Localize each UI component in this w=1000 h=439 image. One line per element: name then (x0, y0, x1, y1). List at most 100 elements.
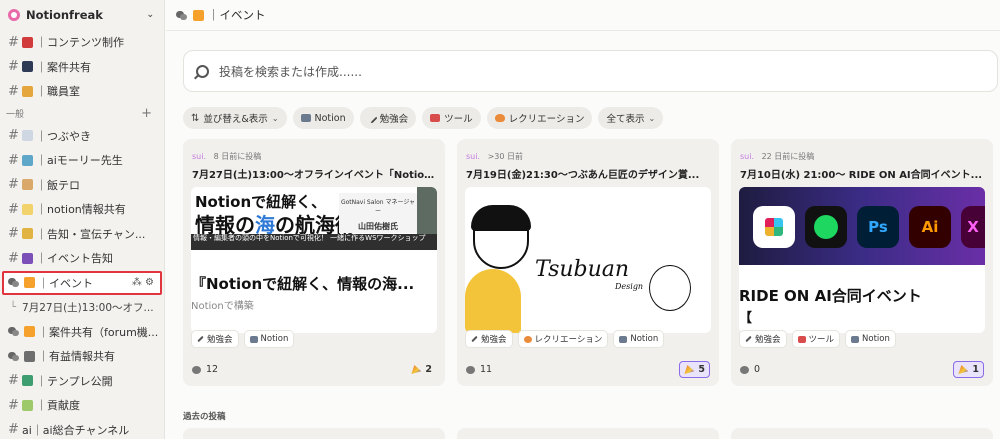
channel-label: ｜有益情報共有 (38, 350, 115, 364)
campfire-icon (494, 114, 505, 122)
channel-label: ｜飯テロ (36, 178, 80, 192)
illustration-face (473, 209, 529, 269)
show-all-button[interactable]: 全て表示 ⌄ (598, 107, 664, 129)
channel-item[interactable]: # ｜イベント告知 (0, 246, 164, 271)
post-card[interactable] (183, 428, 445, 439)
channel-item[interactable]: # ai｜ai総合チャンネル (0, 418, 164, 439)
server-header[interactable]: Notionfreak ⌄ (0, 0, 164, 30)
channel-emoji-icon (22, 228, 33, 240)
hash-icon: # (8, 397, 19, 413)
channel-label: ｜aiモーリー先生 (36, 154, 123, 168)
comment-icon (192, 365, 201, 374)
post-meta: sui. 22 日前に投稿 (740, 151, 814, 162)
hash-icon: # (8, 34, 19, 50)
post-tags: 勉強会 レクリエーション Notion (465, 330, 665, 348)
tag-notion[interactable]: Notion (845, 330, 896, 348)
post-card[interactable]: sui. 22 日前に投稿 7月10日(水) 21:00〜 RIDE ON AI… (731, 139, 993, 386)
gear-icon[interactable]: ⚙ (145, 277, 154, 288)
past-post-cards (183, 428, 993, 439)
tag-study[interactable]: 勉強会 (465, 330, 513, 348)
add-member-icon[interactable]: ⁂ (132, 277, 142, 288)
post-time: 22 日前に投稿 (761, 152, 815, 161)
channel-emoji-icon (22, 375, 33, 387)
post-author[interactable]: sui. (740, 152, 754, 161)
post-title[interactable]: 7月10日(水) 21:00〜 RIDE ON AI合同イベント... (740, 166, 984, 181)
tag-filter-notion[interactable]: Notion (292, 107, 354, 129)
thread-item[interactable]: └ 7月27日(土)13:00〜オフ... (0, 295, 164, 320)
forum-icon (8, 277, 21, 288)
post-card[interactable] (457, 428, 719, 439)
channel-item-active[interactable]: ｜イベント ⁂ ⚙ (2, 270, 162, 295)
notion-tag-icon (249, 335, 258, 343)
thread-label: 7月27日(土)13:00〜オフ... (22, 301, 154, 314)
channel-label: ｜案件共有（forum機... (38, 325, 159, 339)
post-tags: 勉強会 ツール Notion (739, 330, 896, 348)
post-title[interactable]: 7月19日(金)21:30〜つぶあん巨匠のデザイン賞... (466, 166, 710, 181)
post-author[interactable]: sui. (466, 152, 480, 161)
post-card[interactable]: sui. 8 日前に投稿 7月27日(土)13:00〜オフラインイベント「Not… (183, 139, 445, 386)
sort-button[interactable]: ⇅ 並び替え&表示 ⌄ (183, 107, 287, 129)
channel-item[interactable]: ｜案件共有（forum機... (0, 320, 164, 345)
channel-label: ｜コンテンツ制作 (36, 36, 124, 50)
channel-label: ｜案件共有 (36, 60, 91, 74)
channel-item[interactable]: # ｜告知・宣伝チャン... (0, 222, 164, 247)
chevron-down-icon: ⌄ (271, 113, 279, 123)
tag-notion[interactable]: Notion (243, 330, 295, 348)
channel-label: ｜イベント (38, 276, 93, 290)
post-meta: sui. >30 日前 (466, 151, 523, 162)
tag-filter-study[interactable]: 勉強会 (359, 107, 417, 129)
post-preview-text: 【 (739, 311, 753, 326)
post-author[interactable]: sui. (192, 152, 206, 161)
tag-filter-recreation[interactable]: レクリエーション (486, 107, 593, 129)
category-header[interactable]: 一般 + (0, 104, 164, 124)
channel-item[interactable]: ｜有益情報共有 (0, 344, 164, 369)
channel-emoji-icon (22, 203, 33, 215)
server-logo-icon (8, 9, 20, 21)
channel-label: ｜貢献度 (36, 399, 80, 413)
reaction-button[interactable]: 5 (679, 361, 710, 378)
channel-item[interactable]: # ｜職員室 (0, 79, 164, 104)
forum-icon (8, 326, 21, 337)
sort-label: 並び替え&表示 (203, 114, 268, 125)
channel-item[interactable]: # ｜notion情報共有 (0, 197, 164, 222)
channel-item[interactable]: # ｜案件共有 (0, 55, 164, 80)
post-footer: 12 2 (192, 361, 436, 378)
party-popper-icon (684, 365, 695, 374)
hash-icon: # (8, 250, 19, 266)
channel-item[interactable]: # ｜貢献度 (0, 393, 164, 418)
post-card[interactable] (731, 428, 993, 439)
channel-item[interactable]: # ｜飯テロ (0, 173, 164, 198)
channel-label: ｜告知・宣伝チャン... (36, 227, 146, 241)
tag-recreation[interactable]: レクリエーション (517, 330, 609, 348)
channel-item[interactable]: # ｜aiモーリー先生 (0, 148, 164, 173)
post-footer: 0 1 (740, 361, 984, 378)
post-card[interactable]: sui. >30 日前 7月19日(金)21:30〜つぶあん巨匠のデザイン賞..… (457, 139, 719, 386)
channel-label: ｜職員室 (36, 85, 80, 99)
tag-notion[interactable]: Notion (613, 330, 665, 348)
chevron-down-icon[interactable]: ⌄ (146, 10, 154, 20)
channel-item[interactable]: # ｜つぶやき (0, 124, 164, 149)
campfire-icon (523, 335, 532, 343)
reaction-button[interactable]: 2 (407, 361, 436, 378)
tag-study[interactable]: 勉強会 (739, 330, 787, 348)
search-icon (196, 64, 209, 78)
channel-emoji-icon (22, 252, 33, 264)
post-title[interactable]: 7月27日(土)13:00〜オフラインイベント「Notionで紐解く、情報の海の… (192, 166, 436, 181)
channel-emoji-icon (22, 154, 33, 166)
tag-tool[interactable]: ツール (791, 330, 841, 348)
channel-item[interactable]: # ｜コンテンツ制作 (0, 30, 164, 55)
reaction-button[interactable]: 1 (953, 361, 984, 378)
tag-study[interactable]: 勉強会 (191, 330, 239, 348)
tag-filter-tool[interactable]: ツール (422, 107, 481, 129)
channel-label: ｜notion情報共有 (36, 203, 126, 217)
channel-emoji-icon (24, 277, 35, 289)
photoshop-icon: Ps (857, 206, 899, 248)
speaker-plate: GotNavi Salon マネージャー 山田佑樹氏 (339, 193, 417, 233)
hash-icon: # (8, 59, 19, 75)
channel-item[interactable]: # ｜テンプレ公開 (0, 369, 164, 394)
channel-emoji-icon (193, 9, 204, 21)
search-input[interactable]: 投稿を検索または作成...... (183, 50, 998, 92)
post-preview-text: Notionで構築 (191, 301, 254, 312)
channel-actions: ⁂ ⚙ (132, 277, 154, 288)
add-channel-icon[interactable]: + (141, 106, 152, 121)
